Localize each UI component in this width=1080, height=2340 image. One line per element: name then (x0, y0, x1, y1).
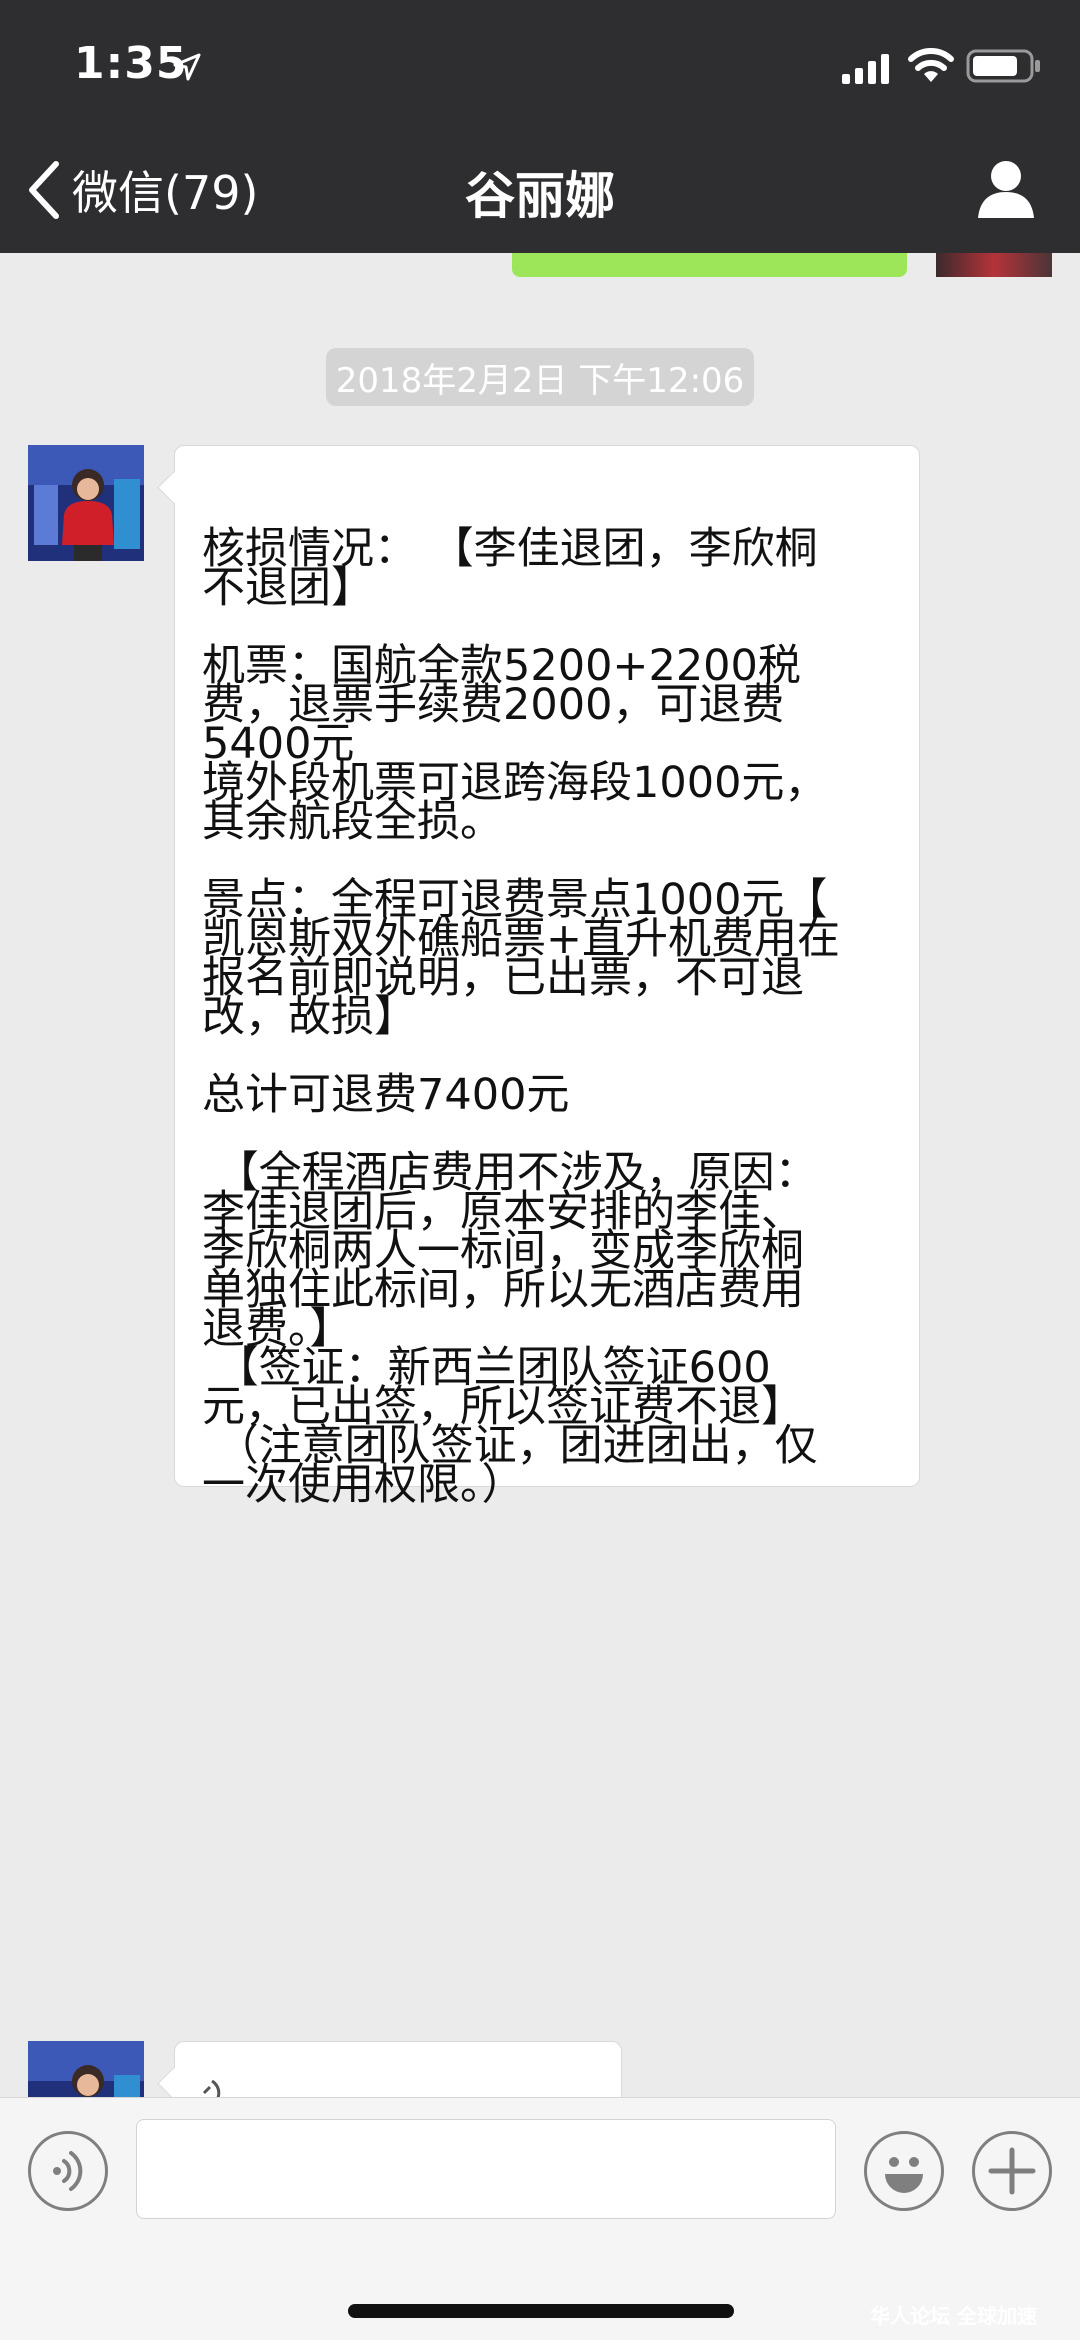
watermark: 华人论坛 全球加速 (870, 2304, 1037, 2328)
avatar-photo (28, 445, 144, 561)
message-input[interactable] (136, 2119, 836, 2219)
plus-icon (988, 2147, 1036, 2195)
previous-sent-bubble[interactable] (512, 253, 907, 277)
signal-icon (842, 54, 889, 84)
chat-title: 谷丽娜 (465, 167, 615, 225)
message-timestamp: 2018年2月2日 下午12:06 (326, 348, 754, 406)
contact-info-button[interactable] (976, 158, 1036, 220)
battery-icon (966, 49, 1040, 83)
navigation-bar: 1:35 微信(79) 谷丽娜 (0, 0, 1080, 253)
avatar-photo (28, 2041, 144, 2105)
my-avatar[interactable] (936, 253, 1052, 277)
contact-avatar[interactable] (28, 2041, 144, 2105)
voice-message-bubble[interactable] (174, 2041, 622, 2105)
emoji-icon (885, 2157, 923, 2193)
wifi-icon (908, 48, 954, 82)
message-text: 核损情况： 【李佳退团，李欣桐 不退团】 机票：国航全款5200+2200税 费… (202, 524, 841, 1510)
voice-icon (53, 2151, 83, 2191)
more-options-button[interactable] (972, 2131, 1052, 2211)
contact-avatar[interactable] (28, 445, 144, 561)
emoji-button[interactable] (864, 2131, 944, 2211)
status-time: 1:35 (74, 38, 188, 89)
location-arrow-icon (173, 53, 201, 81)
home-indicator[interactable] (348, 2304, 734, 2318)
voice-input-button[interactable] (28, 2131, 108, 2211)
